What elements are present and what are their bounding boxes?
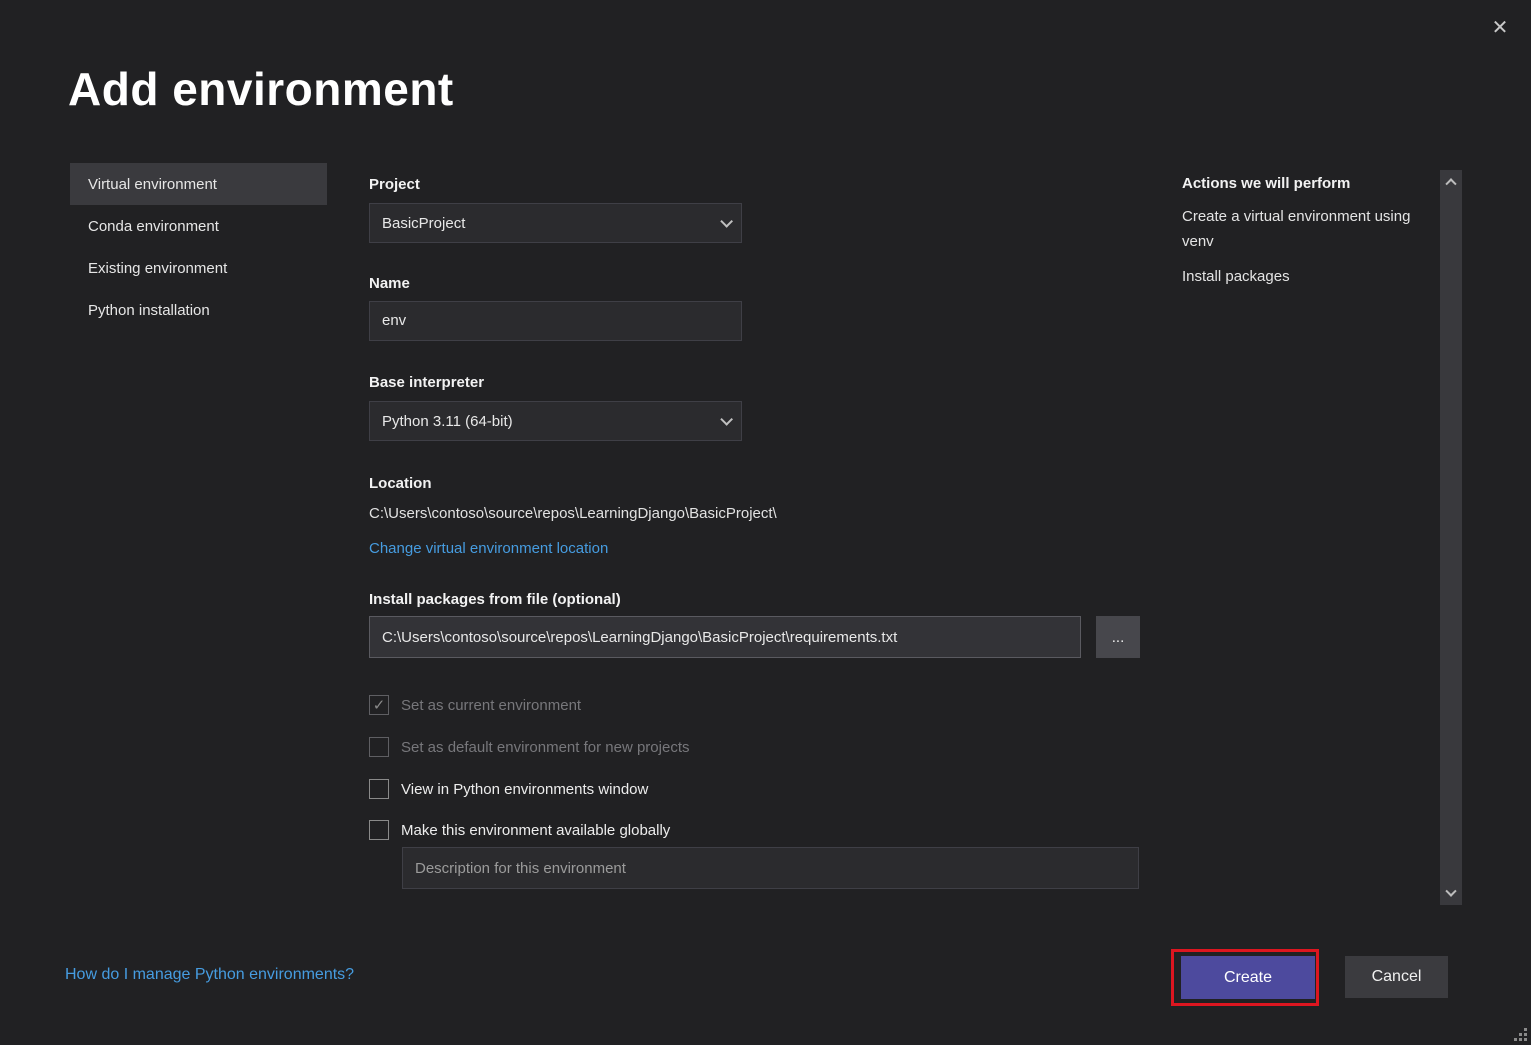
resize-grip[interactable] [1513,1027,1527,1041]
name-label: Name [369,275,410,292]
sidebar-item-label: Conda environment [88,218,219,235]
name-input[interactable] [369,301,742,341]
install-packages-label: Install packages from file (optional) [369,591,621,608]
checkbox-checked-icon: ✓ [369,695,389,715]
project-select[interactable]: BasicProject [369,203,742,243]
checkbox-view-in-python-environments-window[interactable]: View in Python environments window [369,777,648,801]
sidebar-item-label: Virtual environment [88,176,217,193]
add-environment-dialog: ✕ Add environment Virtual environment Co… [0,0,1531,1045]
chevron-down-icon [720,215,733,228]
browse-button[interactable]: ... [1096,616,1140,658]
scroll-up-icon[interactable] [1440,170,1462,192]
sidebar-item-virtual-environment[interactable]: Virtual environment [70,163,327,205]
checkbox-label: Set as current environment [401,697,581,714]
environment-type-sidebar: Virtual environment Conda environment Ex… [70,163,327,331]
scroll-down-icon[interactable] [1440,883,1462,905]
sidebar-item-existing-environment[interactable]: Existing environment [70,247,327,289]
checkbox-label: Set as default environment for new proje… [401,739,690,756]
description-input[interactable] [402,847,1139,889]
page-title: Add environment [68,62,454,116]
create-button[interactable]: Create [1181,956,1315,999]
base-interpreter-select-value: Python 3.11 (64-bit) [382,413,513,430]
base-interpreter-label: Base interpreter [369,374,484,391]
sidebar-item-conda-environment[interactable]: Conda environment [70,205,327,247]
sidebar-item-label: Python installation [88,302,210,319]
cancel-button[interactable]: Cancel [1345,956,1448,998]
actions-panel-title: Actions we will perform [1182,175,1350,192]
chevron-down-icon [720,413,733,426]
install-packages-input[interactable] [369,616,1081,658]
checkbox-label: Make this environment available globally [401,822,670,839]
checkbox-label: View in Python environments window [401,781,648,798]
checkbox-set-as-current-environment[interactable]: ✓ Set as current environment [369,693,581,717]
checkbox-set-as-default-environment[interactable]: Set as default environment for new proje… [369,735,690,759]
checkbox-make-environment-available-globally[interactable]: Make this environment available globally [369,818,670,842]
location-path: C:\Users\contoso\source\repos\LearningDj… [369,505,777,522]
change-location-link[interactable]: Change virtual environment location [369,540,608,557]
location-label: Location [369,475,432,492]
vertical-scrollbar[interactable] [1440,170,1462,905]
actions-panel-item: Install packages [1182,264,1417,289]
sidebar-item-label: Existing environment [88,260,227,277]
close-icon[interactable]: ✕ [1485,12,1515,42]
actions-panel-item: Create a virtual environment using venv [1182,204,1417,254]
project-label: Project [369,176,420,193]
manage-environments-help-link[interactable]: How do I manage Python environments? [65,966,354,984]
checkbox-unchecked-icon [369,820,389,840]
checkbox-unchecked-icon [369,779,389,799]
project-select-value: BasicProject [382,215,465,232]
sidebar-item-python-installation[interactable]: Python installation [70,289,327,331]
base-interpreter-select[interactable]: Python 3.11 (64-bit) [369,401,742,441]
checkbox-unchecked-icon [369,737,389,757]
